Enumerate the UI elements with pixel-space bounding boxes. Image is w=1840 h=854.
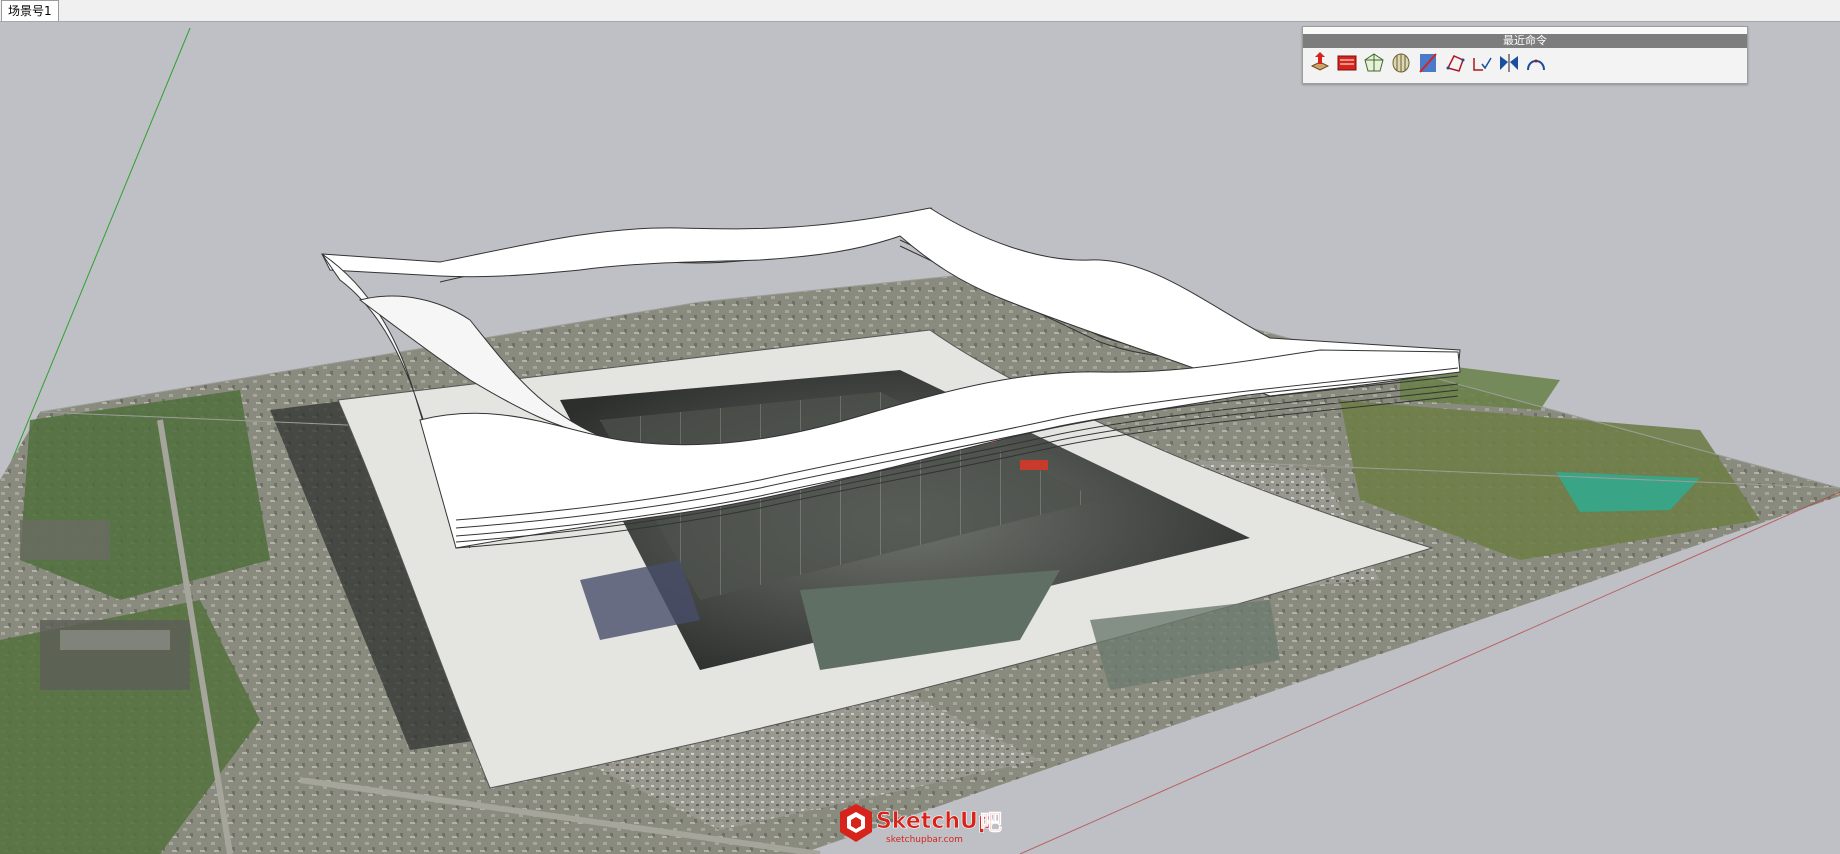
watermark-brand: SketchUp xyxy=(876,809,994,834)
recent-tools-row xyxy=(1307,50,1548,78)
curviloft-icon xyxy=(1392,53,1409,73)
soften-edges-icon xyxy=(1363,53,1384,72)
polygon-icon xyxy=(1446,55,1464,72)
3d-viewport[interactable] xyxy=(0,22,1840,854)
follow-me-button[interactable] xyxy=(1334,50,1359,76)
watermark-suffix: 吧 xyxy=(980,811,1002,836)
curviloft-button[interactable] xyxy=(1388,50,1413,76)
mirror-button[interactable] xyxy=(1496,50,1521,76)
recent-commands-panel: 最近命令 xyxy=(1302,26,1748,84)
arc-icon xyxy=(1526,59,1545,71)
push-pull-button[interactable] xyxy=(1307,50,1332,76)
check-curve-icon xyxy=(1472,57,1492,71)
check-curve-button[interactable] xyxy=(1469,50,1494,76)
polygon-button[interactable] xyxy=(1442,50,1467,76)
push-pull-icon xyxy=(1310,52,1329,71)
section-plane-icon xyxy=(1418,53,1437,73)
soften-edges-button[interactable] xyxy=(1361,50,1386,76)
watermark-url: sketchupbar.com xyxy=(886,835,963,845)
section-plane-button[interactable] xyxy=(1415,50,1440,76)
scene-tab-bar: 场景号1 xyxy=(0,0,1840,22)
panel-title: 最近命令 xyxy=(1303,34,1747,48)
follow-me-icon xyxy=(1337,55,1356,71)
scene-tab-1[interactable]: 场景号1 xyxy=(1,0,59,21)
sketchup-logo-icon xyxy=(840,804,872,842)
panel-header-strip[interactable] xyxy=(1303,27,1747,34)
sketchupbar-watermark: SketchUp 吧 sketchupbar.com xyxy=(840,804,1002,845)
mirror-icon xyxy=(1499,54,1518,72)
arc-button[interactable] xyxy=(1523,50,1548,76)
